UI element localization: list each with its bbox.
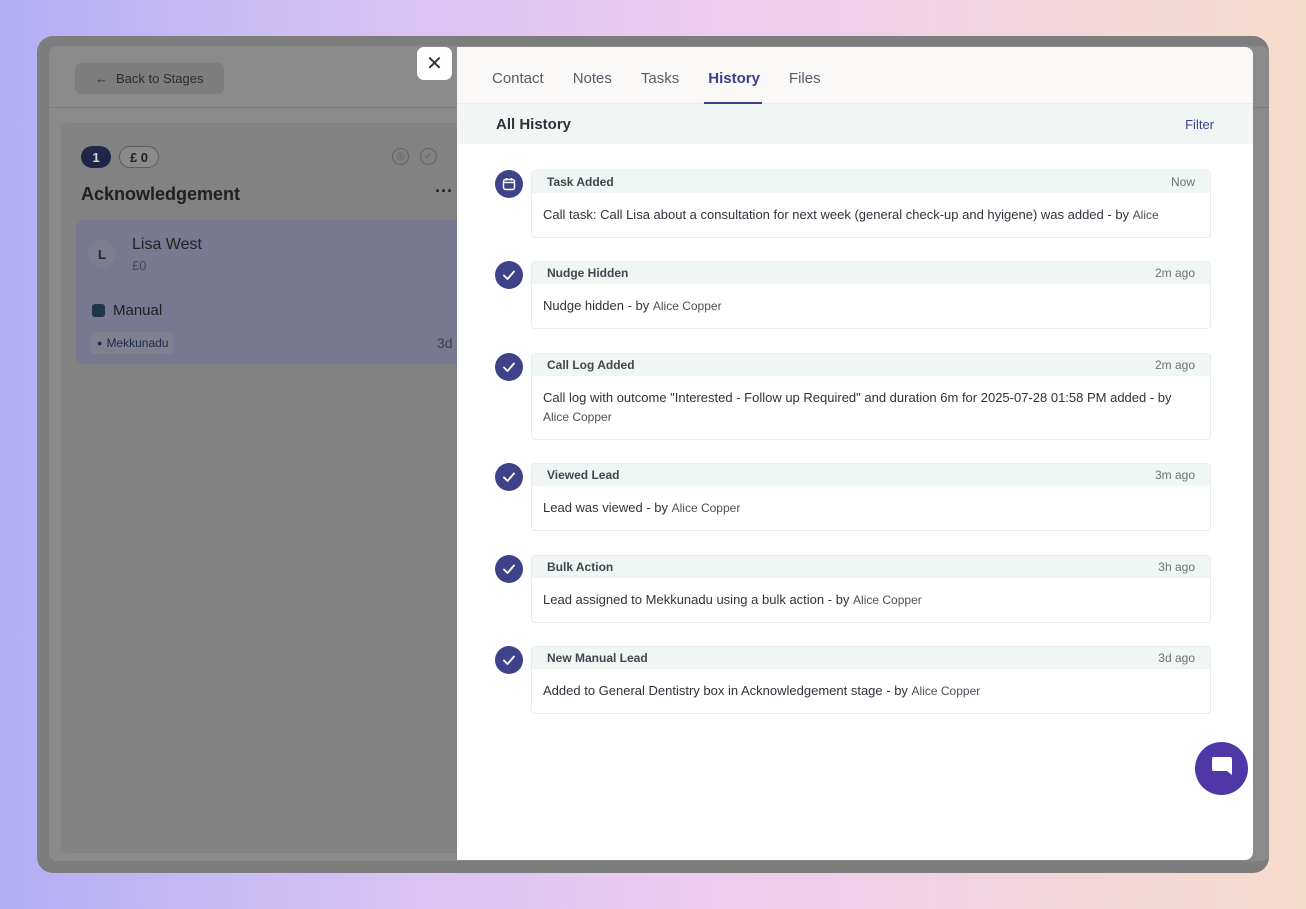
history-card: Task Added Now Call task: Call Lisa abou… (531, 170, 1211, 238)
entry-time: 3h ago (1158, 560, 1195, 574)
check-icon (495, 555, 523, 583)
lead-detail-drawer: Contact Notes Tasks History Files All Hi… (457, 47, 1253, 860)
history-subheader: All History Filter (457, 104, 1253, 144)
avatar: L (88, 240, 116, 268)
lead-count-badge: 1 (81, 146, 111, 168)
tab-tasks[interactable]: Tasks (641, 47, 679, 103)
entry-time: Now (1170, 175, 1195, 189)
entry-author: Alice (1132, 208, 1159, 222)
location-pin-icon: ● (97, 338, 103, 348)
close-button[interactable]: ✕ (417, 47, 452, 80)
lead-value: £0 (132, 258, 147, 273)
entry-author: Alice Copper (652, 299, 722, 313)
entry-time: 2m ago (1154, 266, 1195, 280)
target-icon[interactable]: ◎ (392, 148, 409, 165)
history-card: Viewed Lead 3m ago Lead was viewed - by … (531, 463, 1211, 531)
entry-time: 3m ago (1154, 468, 1195, 482)
filter-button[interactable]: Filter (1185, 117, 1214, 132)
entry-title: Viewed Lead (547, 468, 620, 482)
entry-title: New Manual Lead (547, 651, 648, 665)
tab-bar: Contact Notes Tasks History Files (457, 47, 1253, 104)
history-card: Nudge Hidden 2m ago Nudge hidden - by Al… (531, 261, 1211, 329)
manual-source-icon (92, 304, 105, 317)
lead-source: Manual (92, 302, 162, 319)
entry-title: Bulk Action (547, 560, 614, 574)
history-card: Call Log Added 2m ago Call log with outc… (531, 353, 1211, 440)
lead-source-label: Manual (113, 302, 163, 319)
entry-time: 2m ago (1154, 358, 1195, 372)
history-card: Bulk Action 3h ago Lead assigned to Mekk… (531, 555, 1211, 623)
stage-column: 1 £ 0 ◎ ✓ Acknowledgement ··· L Lisa Wes… (61, 123, 481, 853)
tab-notes[interactable]: Notes (573, 47, 612, 103)
entry-text: Call log with outcome "Interested - Foll… (543, 390, 1172, 405)
entry-text: Lead was viewed - by (543, 500, 672, 515)
section-title: All History (496, 115, 572, 133)
entry-author: Alice Copper (853, 593, 922, 607)
chat-icon (1210, 754, 1234, 783)
tab-history[interactable]: History (704, 47, 762, 104)
tab-files[interactable]: Files (789, 47, 821, 103)
location-label: Mekkunadu (106, 336, 169, 350)
stage-title: Acknowledgement (81, 184, 241, 204)
location-tag: ● Mekkunadu (91, 332, 175, 354)
entry-author: Alice Copper (543, 410, 612, 424)
lead-card[interactable]: L Lisa West £0 Manual ● Mekkunadu 3d (76, 220, 481, 364)
arrow-left-icon: ← (95, 71, 108, 86)
back-to-stages-label: Back to Stages (116, 71, 204, 86)
back-to-stages-button[interactable]: ← Back to Stages (75, 63, 224, 94)
check-icon (495, 353, 523, 381)
entry-title: Call Log Added (547, 358, 635, 372)
tab-contact[interactable]: Contact (492, 47, 544, 103)
check-icon (495, 646, 523, 674)
lead-name: Lisa West (132, 236, 202, 253)
close-icon: ✕ (426, 53, 443, 75)
check-icon (495, 463, 523, 491)
chat-launcher-button[interactable] (1195, 742, 1248, 795)
entry-title: Nudge Hidden (547, 266, 629, 280)
entry-author: Alice Copper (911, 684, 981, 698)
more-options-icon[interactable]: ··· (435, 181, 453, 202)
entry-text: Nudge hidden - by (543, 298, 653, 313)
entry-time: 3d ago (1158, 651, 1195, 665)
check-circle-icon[interactable]: ✓ (420, 148, 437, 165)
entry-author: Alice Copper (671, 501, 741, 515)
entry-text: Call task: Call Lisa about a consultatio… (543, 207, 1133, 222)
history-card: New Manual Lead 3d ago Added to General … (531, 646, 1211, 714)
check-icon (495, 261, 523, 289)
entry-text: Lead assigned to Mekkunadu using a bulk … (543, 592, 854, 607)
stage-value-badge: £ 0 (119, 146, 159, 168)
entry-title: Task Added (547, 175, 614, 189)
lead-age: 3d (437, 335, 453, 351)
entry-text: Added to General Dentistry box in Acknow… (543, 683, 912, 698)
calendar-icon (495, 170, 523, 198)
